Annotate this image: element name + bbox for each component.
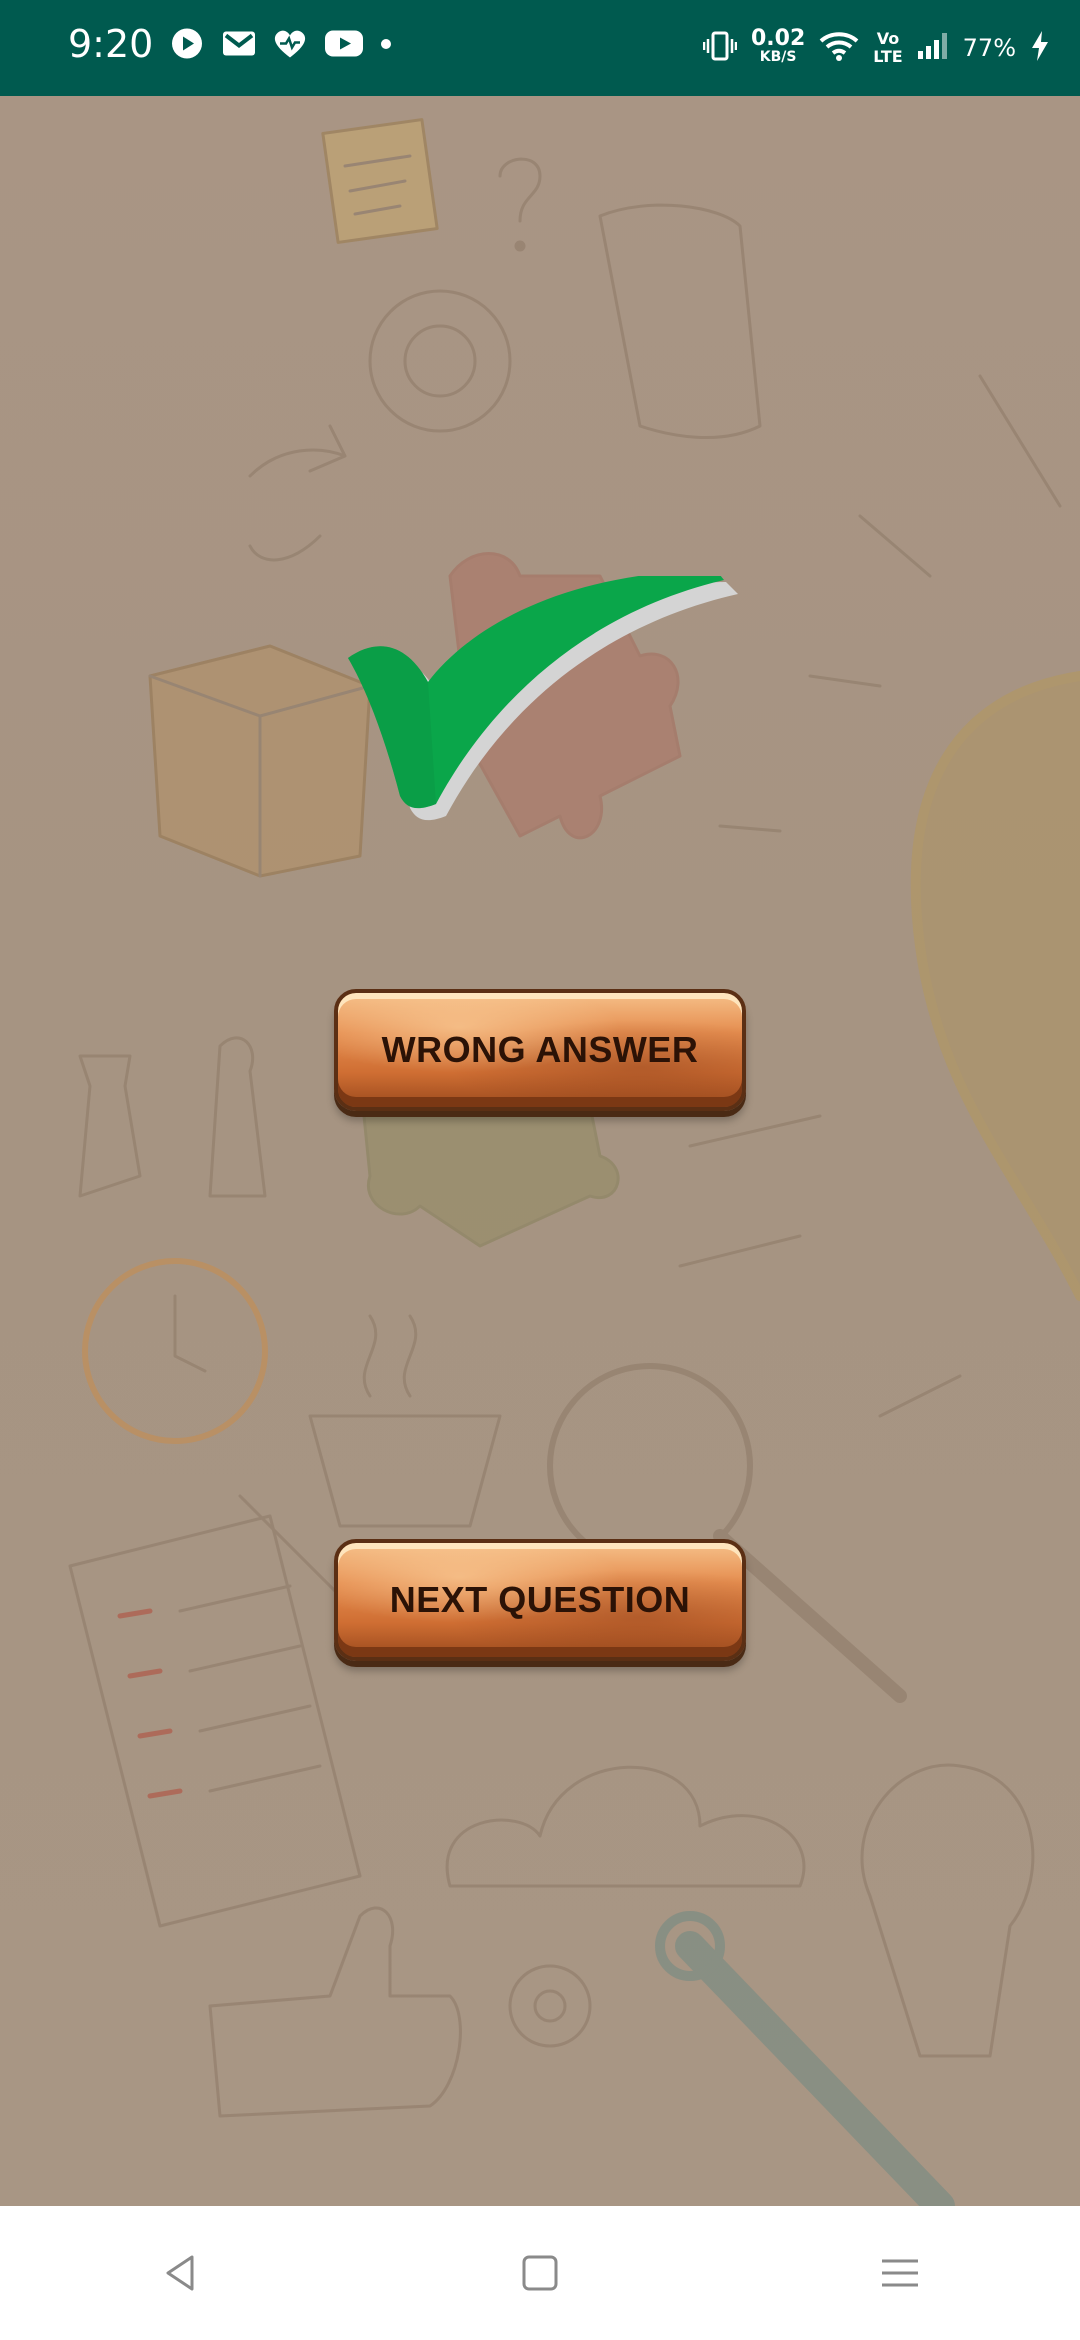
status-right-group: 0.02 KB/S Vo LTE 77% [702, 0, 1050, 96]
battery-percent: 77% [962, 34, 1016, 62]
net-speed-value: 0.02 [750, 26, 806, 51]
next-question-label: NEXT QUESTION [389, 1579, 691, 1620]
screen: 9:20 0.02 KB/S Vo LTE 77% WRONG ANSWER N… [0, 0, 1080, 2340]
navigation-bar [0, 2206, 1080, 2340]
signal-icon [917, 31, 949, 66]
next-question-button[interactable]: NEXT QUESTION [334, 1539, 746, 1661]
net-speed: 0.02 KB/S [750, 26, 806, 66]
charging-bolt-icon [1030, 30, 1050, 67]
heart-icon [272, 28, 308, 65]
recents-icon [882, 2259, 918, 2287]
wrong-answer-label: WRONG ANSWER [381, 1029, 699, 1070]
wifi-icon [819, 30, 859, 67]
nav-home-button[interactable] [480, 2223, 600, 2323]
dot-icon [380, 37, 392, 55]
nav-back-button[interactable] [120, 2223, 240, 2323]
nav-recents-button[interactable] [840, 2223, 960, 2323]
status-bar: 9:20 0.02 KB/S Vo LTE 77% [0, 0, 1080, 96]
volte-top: Vo [876, 29, 900, 48]
quiz-result-area: WRONG ANSWER NEXT QUESTION [0, 96, 1080, 2206]
volte-bottom: LTE [873, 47, 903, 66]
back-icon [166, 2255, 194, 2291]
checkmark-icon [348, 576, 738, 821]
doodle-background [68, 118, 1080, 2206]
youtube-icon [324, 30, 364, 63]
status-time: 9:20 [68, 22, 154, 66]
home-icon [522, 2255, 558, 2291]
volte-badge: Vo LTE [873, 30, 902, 66]
wrong-answer-button[interactable]: WRONG ANSWER [334, 989, 746, 1111]
gmail-icon [222, 30, 256, 63]
play-circle-icon [170, 27, 204, 66]
vibrate-icon [702, 30, 738, 67]
